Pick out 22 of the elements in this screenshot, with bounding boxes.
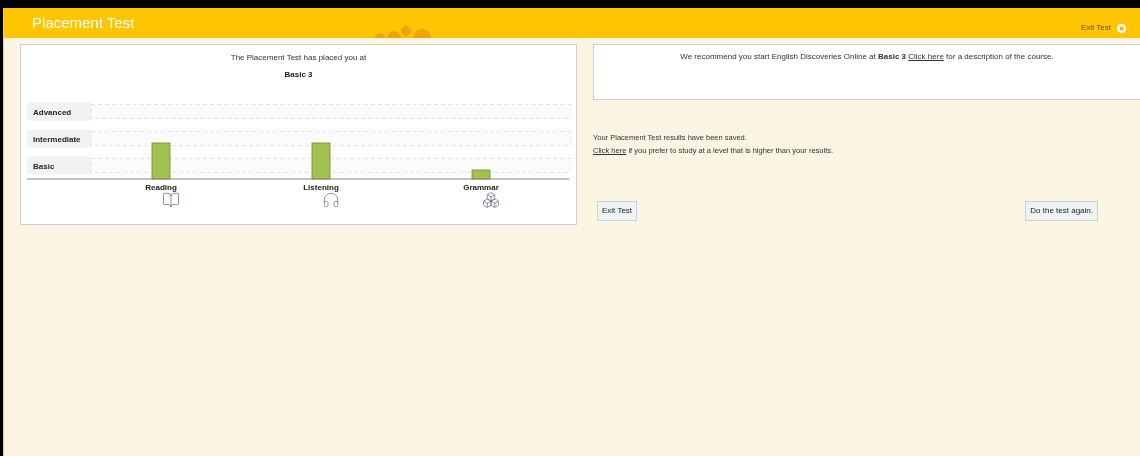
headphones-icon	[322, 191, 340, 209]
level-label: Basic	[33, 161, 55, 171]
exit-test-button[interactable]: Exit Test	[597, 200, 638, 221]
exit-test-link[interactable]: Exit Test	[1080, 22, 1126, 34]
course-link[interactable]: Click here	[908, 52, 944, 61]
level-label: Intermediate	[33, 134, 81, 144]
placement-intro: The Placement Test has placed you at	[230, 52, 367, 64]
close-icon	[1117, 23, 1126, 33]
skill-label: Grammar	[463, 183, 499, 192]
placed-level: Basic 3	[284, 69, 313, 81]
score-bar	[311, 142, 331, 180]
retake-test-button[interactable]: Do the test again.	[1025, 200, 1098, 221]
score-bar	[151, 142, 171, 180]
recommendation-text: We recommend you start English Discoveries Online at Basic 3	[680, 52, 907, 61]
cubes-icon	[482, 191, 500, 209]
recommendation-text-end: for a description of the course.	[946, 52, 1054, 61]
score-bar	[471, 169, 491, 180]
skill-label: Listening	[303, 183, 339, 192]
skill-label: Reading	[145, 183, 177, 192]
level-label: Advanced	[33, 107, 72, 117]
book-icon	[162, 191, 180, 209]
page-title: Placement Test	[32, 12, 135, 33]
